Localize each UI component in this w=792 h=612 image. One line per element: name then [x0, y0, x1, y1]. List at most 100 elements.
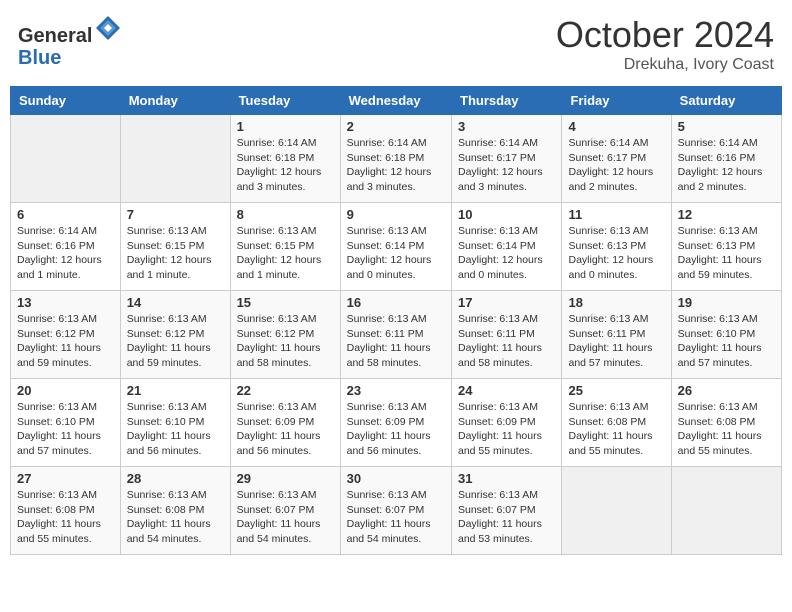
day-number: 2: [347, 119, 445, 134]
day-info: Sunrise: 6:13 AM Sunset: 6:13 PM Dayligh…: [568, 224, 664, 283]
day-info: Sunrise: 6:13 AM Sunset: 6:09 PM Dayligh…: [347, 400, 445, 459]
logo: General Blue: [18, 14, 122, 69]
weekday-monday: Monday: [120, 87, 230, 115]
logo-blue: Blue: [18, 47, 61, 69]
day-number: 11: [568, 207, 664, 222]
calendar-cell: 22 Sunrise: 6:13 AM Sunset: 6:09 PM Dayli…: [230, 379, 340, 467]
day-number: 27: [17, 471, 114, 486]
weekday-saturday: Saturday: [671, 87, 781, 115]
day-number: 24: [458, 383, 555, 398]
day-info: Sunrise: 6:13 AM Sunset: 6:11 PM Dayligh…: [347, 312, 445, 371]
calendar-cell: 16Sunrise: 6:13 AM Sunset: 6:11 PM Dayli…: [340, 291, 451, 379]
day-number: 29: [237, 471, 334, 486]
calendar-cell: 4Sunrise: 6:14 AM Sunset: 6:17 PM Daylig…: [562, 115, 671, 203]
day-number: 9: [347, 207, 445, 222]
day-info: Sunrise: 6:13 AM Sunset: 6:12 PM Dayligh…: [127, 312, 224, 371]
calendar-cell: [11, 115, 121, 203]
calendar-cell: 27 Sunrise: 6:13 AM Sunset: 6:08 PM Dayli…: [11, 467, 121, 555]
day-info: Sunrise: 6:13 AM Sunset: 6:08 PM Dayligh…: [568, 400, 664, 459]
calendar-cell: 6 Sunrise: 6:14 AM Sunset: 6:16 PM Daylig…: [11, 203, 121, 291]
weekday-sunday: Sunday: [11, 87, 121, 115]
day-number: 6: [17, 207, 114, 222]
day-info: Sunrise: 6:14 AM Sunset: 6:16 PM Dayligh…: [678, 136, 775, 195]
day-info: Sunrise: 6:13 AM Sunset: 6:14 PM Dayligh…: [347, 224, 445, 283]
day-number: 30: [347, 471, 445, 486]
day-info: Sunrise: 6:13 AM Sunset: 6:09 PM Dayligh…: [458, 400, 555, 459]
day-info: Sunrise: 6:13 AM Sunset: 6:10 PM Dayligh…: [127, 400, 224, 459]
calendar-cell: 29 Sunrise: 6:13 AM Sunset: 6:07 PM Dayli…: [230, 467, 340, 555]
weekday-header-row: SundayMondayTuesdayWednesdayThursdayFrid…: [11, 87, 782, 115]
calendar-cell: 30Sunrise: 6:13 AM Sunset: 6:07 PM Dayli…: [340, 467, 451, 555]
calendar-cell: 26 Sunrise: 6:13 AM Sunset: 6:08 PM Dayli…: [671, 379, 781, 467]
day-number: 7: [127, 207, 224, 222]
day-info: Sunrise: 6:14 AM Sunset: 6:18 PM Dayligh…: [347, 136, 445, 195]
day-info: Sunrise: 6:13 AM Sunset: 6:11 PM Dayligh…: [458, 312, 555, 371]
calendar-cell: 24 Sunrise: 6:13 AM Sunset: 6:09 PM Dayli…: [452, 379, 562, 467]
day-info: Sunrise: 6:13 AM Sunset: 6:08 PM Dayligh…: [678, 400, 775, 459]
location: Drekuha, Ivory Coast: [556, 56, 774, 74]
day-info: Sunrise: 6:13 AM Sunset: 6:08 PM Dayligh…: [127, 488, 224, 547]
calendar-cell: 20 Sunrise: 6:13 AM Sunset: 6:10 PM Dayli…: [11, 379, 121, 467]
weekday-friday: Friday: [562, 87, 671, 115]
calendar-cell: 17 Sunrise: 6:13 AM Sunset: 6:11 PM Dayli…: [452, 291, 562, 379]
logo-general: General: [18, 25, 92, 47]
day-number: 20: [17, 383, 114, 398]
weekday-wednesday: Wednesday: [340, 87, 451, 115]
weekday-thursday: Thursday: [452, 87, 562, 115]
calendar-week-5: 27 Sunrise: 6:13 AM Sunset: 6:08 PM Dayli…: [11, 467, 782, 555]
day-info: Sunrise: 6:14 AM Sunset: 6:17 PM Dayligh…: [568, 136, 664, 195]
day-number: 28: [127, 471, 224, 486]
day-number: 21: [127, 383, 224, 398]
logo-icon: [94, 14, 122, 42]
day-number: 5: [678, 119, 775, 134]
day-info: Sunrise: 6:14 AM Sunset: 6:16 PM Dayligh…: [17, 224, 114, 283]
day-info: Sunrise: 6:13 AM Sunset: 6:07 PM Dayligh…: [237, 488, 334, 547]
day-number: 19: [678, 295, 775, 310]
day-number: 26: [678, 383, 775, 398]
day-number: 1: [237, 119, 334, 134]
day-number: 25: [568, 383, 664, 398]
calendar-week-4: 20 Sunrise: 6:13 AM Sunset: 6:10 PM Dayli…: [11, 379, 782, 467]
calendar-cell: 31 Sunrise: 6:13 AM Sunset: 6:07 PM Dayli…: [452, 467, 562, 555]
calendar-cell: 1Sunrise: 6:14 AM Sunset: 6:18 PM Daylig…: [230, 115, 340, 203]
day-info: Sunrise: 6:14 AM Sunset: 6:17 PM Dayligh…: [458, 136, 555, 195]
calendar-cell: 3 Sunrise: 6:14 AM Sunset: 6:17 PM Daylig…: [452, 115, 562, 203]
calendar-week-3: 13 Sunrise: 6:13 AM Sunset: 6:12 PM Dayli…: [11, 291, 782, 379]
day-info: Sunrise: 6:13 AM Sunset: 6:15 PM Dayligh…: [237, 224, 334, 283]
day-number: 10: [458, 207, 555, 222]
day-number: 8: [237, 207, 334, 222]
calendar-cell: 19 Sunrise: 6:13 AM Sunset: 6:10 PM Dayli…: [671, 291, 781, 379]
calendar-table: SundayMondayTuesdayWednesdayThursdayFrid…: [10, 86, 782, 555]
day-info: Sunrise: 6:13 AM Sunset: 6:10 PM Dayligh…: [678, 312, 775, 371]
page-header: General Blue October 2024 Drekuha, Ivory…: [10, 10, 782, 78]
calendar-cell: 14 Sunrise: 6:13 AM Sunset: 6:12 PM Dayli…: [120, 291, 230, 379]
day-info: Sunrise: 6:13 AM Sunset: 6:14 PM Dayligh…: [458, 224, 555, 283]
day-number: 22: [237, 383, 334, 398]
calendar-cell: 23Sunrise: 6:13 AM Sunset: 6:09 PM Dayli…: [340, 379, 451, 467]
day-info: Sunrise: 6:13 AM Sunset: 6:13 PM Dayligh…: [678, 224, 775, 283]
calendar-cell: [120, 115, 230, 203]
day-number: 3: [458, 119, 555, 134]
calendar-cell: 12Sunrise: 6:13 AM Sunset: 6:13 PM Dayli…: [671, 203, 781, 291]
day-info: Sunrise: 6:13 AM Sunset: 6:11 PM Dayligh…: [568, 312, 664, 371]
day-number: 14: [127, 295, 224, 310]
weekday-tuesday: Tuesday: [230, 87, 340, 115]
day-info: Sunrise: 6:13 AM Sunset: 6:12 PM Dayligh…: [237, 312, 334, 371]
day-number: 31: [458, 471, 555, 486]
day-number: 17: [458, 295, 555, 310]
day-info: Sunrise: 6:13 AM Sunset: 6:10 PM Dayligh…: [17, 400, 114, 459]
calendar-cell: 15Sunrise: 6:13 AM Sunset: 6:12 PM Dayli…: [230, 291, 340, 379]
day-info: Sunrise: 6:13 AM Sunset: 6:08 PM Dayligh…: [17, 488, 114, 547]
title-block: October 2024 Drekuha, Ivory Coast: [556, 14, 774, 74]
calendar-week-1: 1 Sunrise: 6:14 AM Sunset: 6:18 PM Daylig…: [11, 115, 782, 203]
day-number: 13: [17, 295, 114, 310]
day-info: Sunrise: 6:13 AM Sunset: 6:07 PM Dayligh…: [458, 488, 555, 547]
calendar-cell: 21 Sunrise: 6:13 AM Sunset: 6:10 PM Dayli…: [120, 379, 230, 467]
calendar-cell: 9 Sunrise: 6:13 AM Sunset: 6:14 PM Daylig…: [340, 203, 451, 291]
calendar-cell: 10 Sunrise: 6:13 AM Sunset: 6:14 PM Dayli…: [452, 203, 562, 291]
day-info: Sunrise: 6:13 AM Sunset: 6:09 PM Dayligh…: [237, 400, 334, 459]
calendar-cell: 18Sunrise: 6:13 AM Sunset: 6:11 PM Dayli…: [562, 291, 671, 379]
calendar-cell: 25 Sunrise: 6:13 AM Sunset: 6:08 PM Dayli…: [562, 379, 671, 467]
calendar-cell: 11 Sunrise: 6:13 AM Sunset: 6:13 PM Dayli…: [562, 203, 671, 291]
calendar-cell: [671, 467, 781, 555]
